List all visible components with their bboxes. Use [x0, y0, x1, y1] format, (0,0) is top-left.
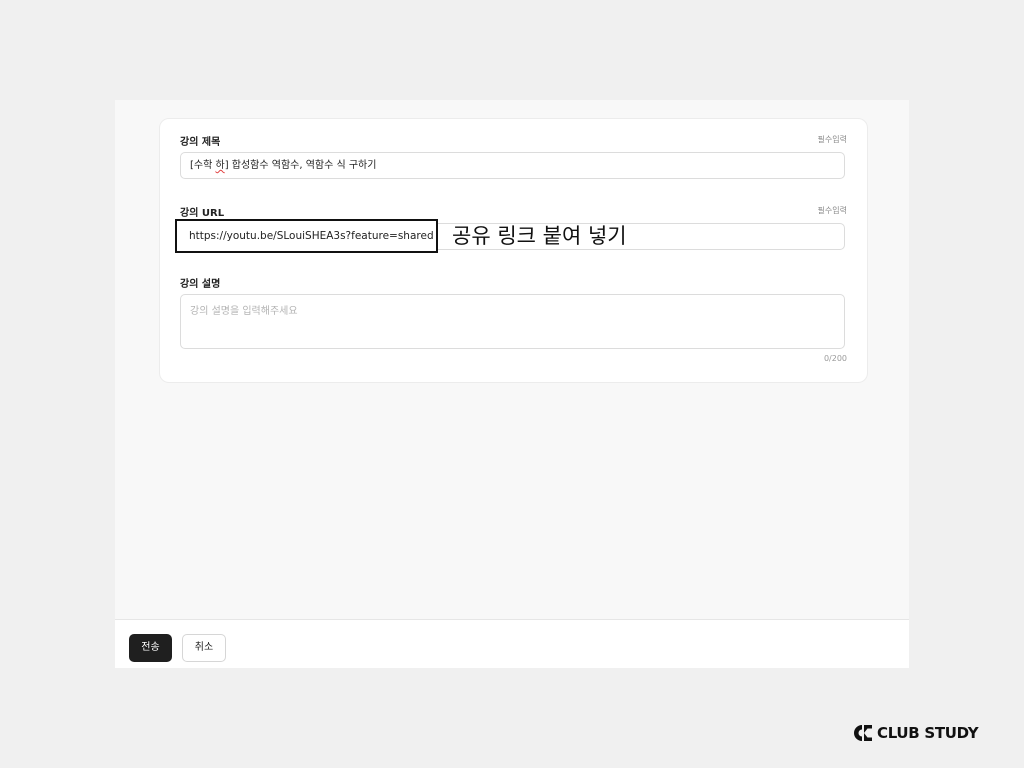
lecture-title-value-misspelled: 하 — [215, 160, 225, 171]
club-study-logo: CLUB STUDY — [853, 722, 979, 744]
paste-share-link-annotation: 공유 링크 붙여 넣기 — [452, 224, 627, 248]
form-footer-bar: 전송 취소 — [115, 619, 909, 668]
lecture-title-value-suffix: ] 합성함수 역함수, 역함수 식 구하기 — [224, 160, 377, 171]
lecture-url-label: 강의 URL — [180, 208, 225, 219]
lecture-title-label: 강의 제목 — [180, 137, 221, 148]
club-study-mark-icon — [854, 725, 872, 741]
app-window: 강의 제목 필수입력 [수학 하] 합성함수 역함수, 역함수 식 구하기 강의… — [115, 100, 909, 668]
lecture-description-placeholder: 강의 설명을 입력해주세요 — [190, 306, 298, 317]
submit-button[interactable]: 전송 — [129, 634, 172, 662]
lecture-title-required-tag: 필수입력 — [817, 135, 847, 144]
lecture-title-input[interactable]: [수학 하] 합성함수 역함수, 역함수 식 구하기 — [180, 152, 845, 179]
description-char-counter: 0/200 — [823, 354, 847, 363]
url-value-highlight-box[interactable]: https://youtu.be/SLouiSHEA3s?feature=sha… — [175, 219, 438, 253]
lecture-description-textarea[interactable]: 강의 설명을 입력해주세요 — [180, 294, 845, 349]
cancel-button[interactable]: 취소 — [182, 634, 226, 662]
lecture-description-label: 강의 설명 — [180, 279, 221, 290]
brand-logo-text: CLUB STUDY — [877, 724, 979, 742]
lecture-url-required-tag: 필수입력 — [817, 206, 847, 215]
lecture-title-value-prefix: [수학 — [190, 160, 216, 171]
